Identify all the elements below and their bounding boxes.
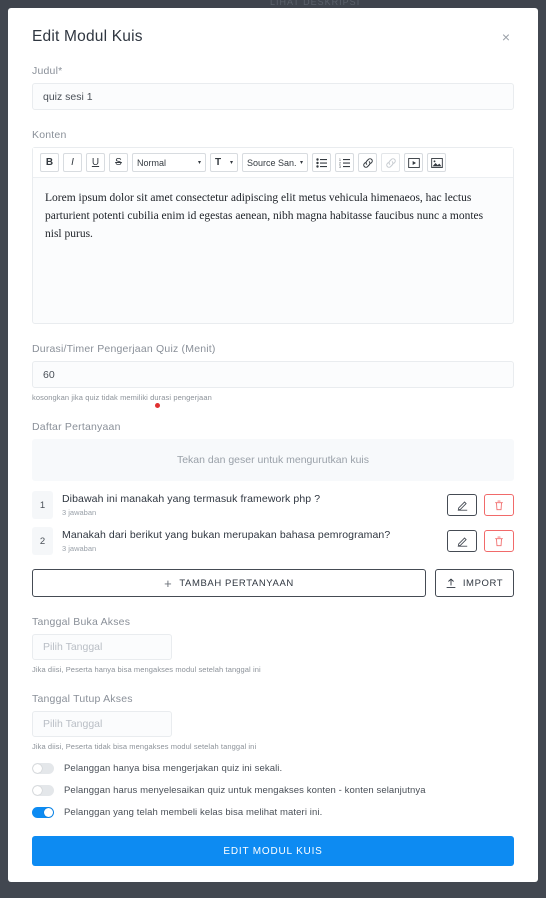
- image-icon[interactable]: [427, 153, 446, 172]
- modal-header: Edit Modul Kuis ×: [32, 8, 514, 46]
- table-row[interactable]: 2 Manakah dari berikut yang bukan merupa…: [32, 523, 514, 559]
- tanggal-tutup-hint: Jika diisi, Peserta tidak bisa mengakses…: [32, 742, 257, 751]
- italic-icon[interactable]: I: [63, 153, 82, 172]
- toggle-knob: [33, 786, 42, 795]
- question-title: Dibawah ini manakah yang termasuk framew…: [62, 493, 321, 505]
- bold-icon[interactable]: B: [40, 153, 59, 172]
- import-label: IMPORT: [462, 577, 504, 589]
- text-color-icon: T: [215, 157, 222, 168]
- italic-glyph: I: [71, 156, 74, 168]
- judul-input[interactable]: [32, 83, 514, 110]
- toggles-group: Pelanggan hanya bisa mengerjakan quiz in…: [32, 763, 514, 818]
- question-actions: [447, 530, 514, 552]
- toggle-row-require-complete: Pelanggan harus menyelesaikan quiz untuk…: [32, 785, 514, 796]
- strikethrough-icon[interactable]: S: [109, 153, 128, 172]
- toggle-knob: [33, 764, 42, 773]
- durasi-hint: kosongkan jika quiz tidak memiliki duras…: [32, 393, 212, 402]
- upload-icon: [446, 577, 456, 589]
- judul-label: Judul*: [32, 65, 63, 77]
- toggle-row-paid-visibility: Pelanggan yang telah membeli kelas bisa …: [32, 807, 514, 818]
- question-buttons-row: + TAMBAH PERTANYAAN IMPORT: [32, 569, 514, 597]
- delete-question-button[interactable]: [484, 530, 514, 552]
- toggle-require-complete[interactable]: [32, 785, 54, 796]
- question-answer-count: 3 jawaban: [62, 544, 97, 553]
- toggle-attempt-once[interactable]: [32, 763, 54, 774]
- add-question-button[interactable]: + TAMBAH PERTANYAAN: [32, 569, 426, 597]
- konten-label: Konten: [32, 129, 67, 141]
- drag-reorder-hint: Tekan dan geser untuk mengurutkan kuis: [32, 439, 514, 481]
- tanggal-buka-label: Tanggal Buka Akses: [32, 616, 131, 628]
- video-icon[interactable]: [404, 153, 423, 172]
- bullet-list-icon[interactable]: [312, 153, 331, 172]
- font-family-select[interactable]: Source San.. ▾: [242, 153, 308, 172]
- toggle-require-complete-label: Pelanggan harus menyelesaikan quiz untuk…: [64, 785, 426, 796]
- close-icon[interactable]: ×: [498, 28, 514, 46]
- tanggal-buka-hint: Jika diisi, Peserta hanya bisa mengakses…: [32, 665, 261, 674]
- question-answer-count: 3 jawaban: [62, 508, 97, 517]
- cursor-dot: [155, 403, 160, 408]
- submit-button[interactable]: EDIT MODUL KUIS: [32, 836, 514, 866]
- underline-icon[interactable]: U: [86, 153, 105, 172]
- heading-select[interactable]: Normal ▾: [132, 153, 206, 172]
- question-number: 1: [32, 491, 53, 519]
- tanggal-tutup-label: Tanggal Tutup Akses: [32, 693, 133, 705]
- toggle-row-attempt-once: Pelanggan hanya bisa mengerjakan quiz in…: [32, 763, 514, 774]
- text-color-select[interactable]: T ▾: [210, 153, 238, 172]
- plus-icon: +: [164, 575, 173, 591]
- heading-select-value: Normal: [137, 157, 167, 168]
- question-actions: [447, 494, 514, 516]
- edit-quiz-modal: Edit Modul Kuis × Judul* Konten B I U S …: [8, 8, 538, 882]
- background-app-label: LIHAT DESKRIPSI: [270, 0, 361, 7]
- bold-glyph: B: [45, 156, 54, 168]
- question-title: Manakah dari berikut yang bukan merupaka…: [62, 529, 391, 541]
- delete-question-button[interactable]: [484, 494, 514, 516]
- durasi-label: Durasi/Timer Pengerjaan Quiz (Menit): [32, 343, 216, 355]
- content-editor-body[interactable]: Lorem ipsum dolor sit amet consectetur a…: [33, 178, 513, 323]
- question-number: 2: [32, 527, 53, 555]
- tanggal-tutup-input[interactable]: [32, 711, 172, 737]
- link-icon[interactable]: [358, 153, 377, 172]
- add-question-label: TAMBAH PERTANYAAN: [179, 577, 294, 589]
- table-row[interactable]: 1 Dibawah ini manakah yang termasuk fram…: [32, 487, 514, 523]
- durasi-input[interactable]: [32, 361, 514, 388]
- daftar-pertanyaan-label: Daftar Pertanyaan: [32, 421, 121, 433]
- strike-glyph: S: [115, 156, 122, 168]
- tanggal-buka-input[interactable]: [32, 634, 172, 660]
- content-editor: B I U S Normal ▾ T ▾ Source San.. ▾ 1 2 …: [32, 147, 514, 324]
- unlink-icon[interactable]: [381, 153, 400, 172]
- toggle-knob: [44, 808, 53, 817]
- toggle-paid-visibility-label: Pelanggan yang telah membeli kelas bisa …: [64, 807, 323, 818]
- font-family-value: Source San..: [247, 157, 297, 168]
- underline-glyph: U: [91, 156, 100, 168]
- toggle-attempt-once-label: Pelanggan hanya bisa mengerjakan quiz in…: [64, 763, 283, 774]
- import-button[interactable]: IMPORT: [435, 569, 514, 597]
- page-title: Edit Modul Kuis: [32, 28, 143, 45]
- chevron-down-icon: ▾: [229, 160, 233, 166]
- edit-question-button[interactable]: [447, 494, 477, 516]
- toggle-paid-visibility[interactable]: [32, 807, 54, 818]
- svg-text:3: 3: [339, 165, 341, 168]
- editor-toolbar: B I U S Normal ▾ T ▾ Source San.. ▾ 1 2 …: [33, 148, 513, 178]
- ordered-list-icon[interactable]: 123: [335, 153, 354, 172]
- chevron-down-icon: ▾: [197, 160, 201, 166]
- chevron-down-icon: ▾: [299, 160, 303, 166]
- edit-question-button[interactable]: [447, 530, 477, 552]
